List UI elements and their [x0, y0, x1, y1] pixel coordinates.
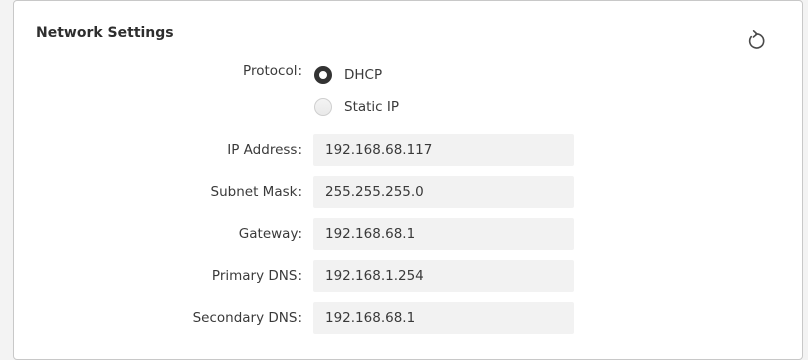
protocol-row: Protocol: — [14, 59, 804, 83]
network-settings-panel: Network Settings Protocol: DHCP Static I… — [13, 0, 803, 360]
radio-static-ip[interactable] — [314, 98, 332, 116]
subnet-mask-row: Subnet Mask: — [14, 176, 804, 208]
protocol-label: Protocol: — [243, 63, 302, 79]
radio-option-dhcp[interactable]: DHCP — [314, 63, 382, 87]
radio-label-static-ip: Static IP — [344, 99, 400, 115]
radio-label-dhcp: DHCP — [344, 67, 383, 83]
radio-dhcp[interactable] — [314, 66, 332, 84]
secondary-dns-field[interactable] — [313, 302, 574, 334]
ip-address-field[interactable] — [313, 134, 574, 166]
panel-title: Network Settings — [36, 25, 174, 41]
secondary-dns-label: Secondary DNS: — [192, 310, 302, 326]
radio-option-static-ip[interactable]: Static IP — [314, 95, 399, 119]
primary-dns-field[interactable] — [313, 260, 574, 292]
reset-icon[interactable] — [745, 29, 767, 51]
primary-dns-label: Primary DNS: — [211, 268, 302, 284]
subnet-mask-label: Subnet Mask: — [210, 184, 302, 200]
subnet-mask-field[interactable] — [313, 176, 574, 208]
gateway-field[interactable] — [313, 218, 574, 250]
secondary-dns-row: Secondary DNS: — [14, 302, 804, 334]
gateway-label: Gateway: — [238, 226, 302, 242]
primary-dns-row: Primary DNS: — [14, 260, 804, 292]
gateway-row: Gateway: — [14, 218, 804, 250]
ip-address-row: IP Address: — [14, 134, 804, 166]
ip-address-label: IP Address: — [227, 142, 302, 158]
